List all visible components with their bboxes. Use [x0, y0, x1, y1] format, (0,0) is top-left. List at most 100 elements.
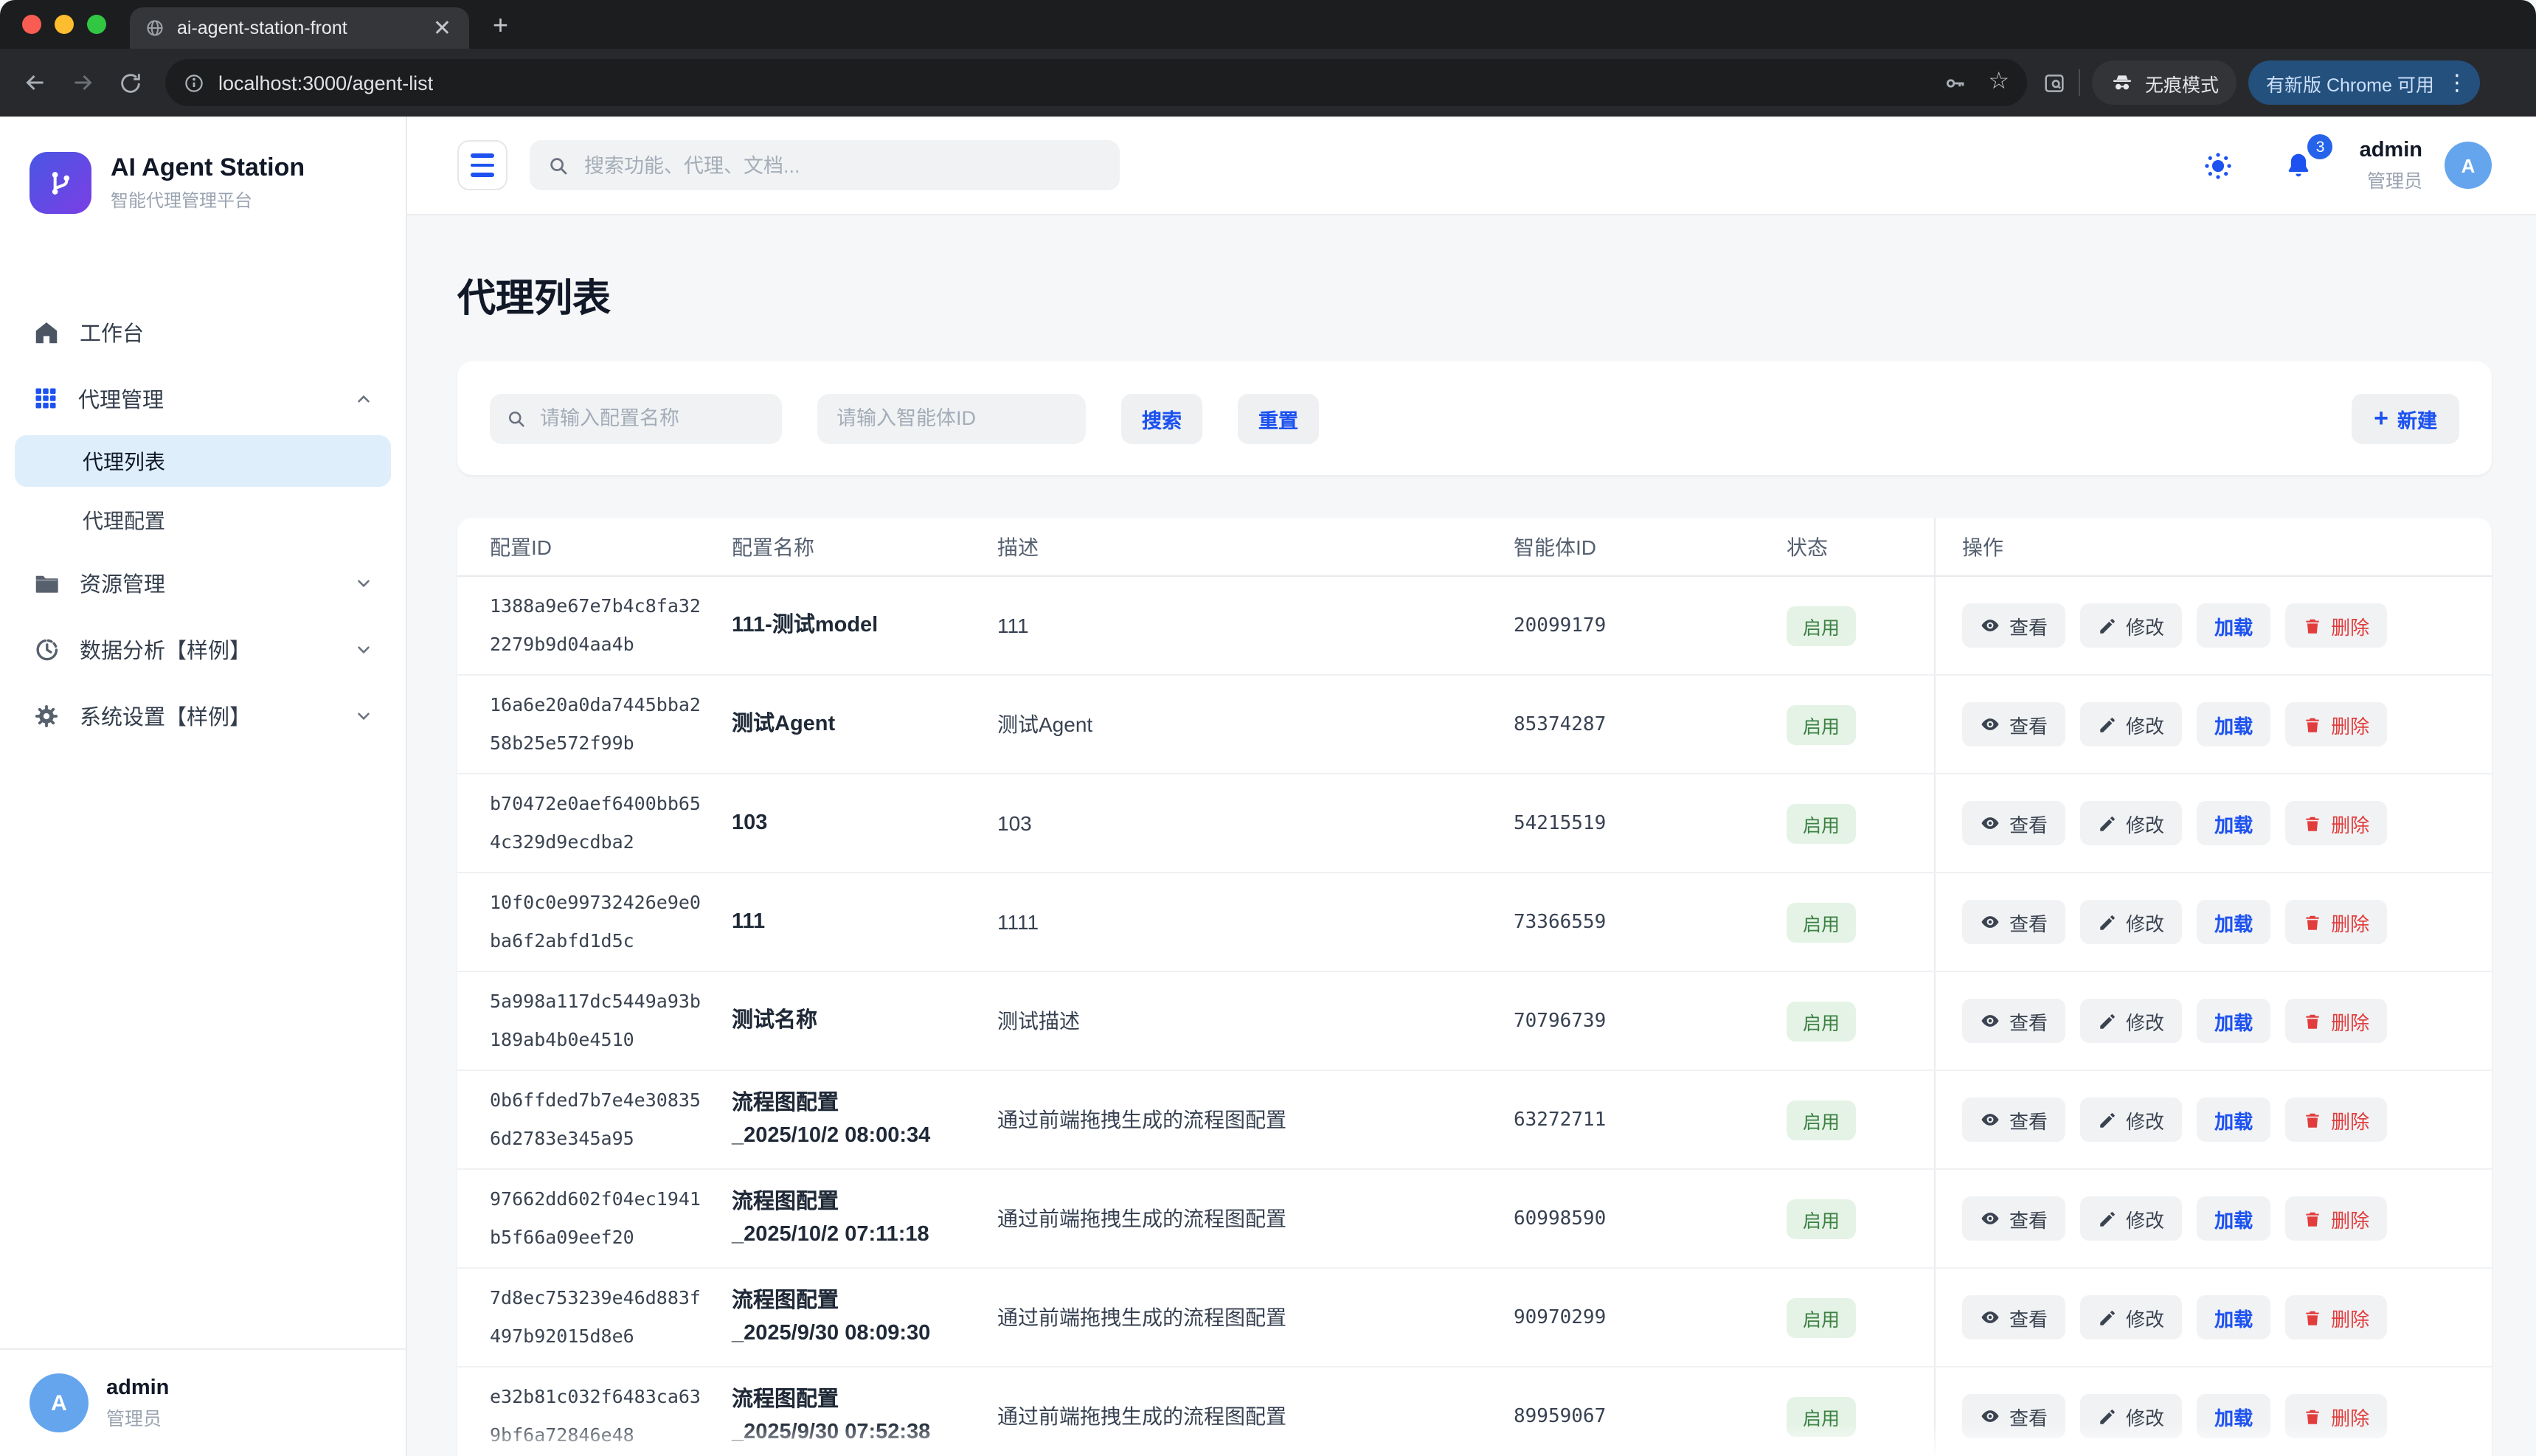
create-button[interactable]: + 新建 [2352, 393, 2459, 443]
sidebar-item-resource-management[interactable]: 资源管理 [0, 553, 406, 612]
sidebar-item-agent-management[interactable]: 代理管理 [0, 369, 406, 428]
edit-button[interactable]: 修改 [2080, 1196, 2182, 1241]
config-name: 103 [732, 807, 997, 839]
edit-button[interactable]: 修改 [2080, 702, 2182, 746]
edit-button[interactable]: 修改 [2080, 999, 2182, 1043]
view-button[interactable]: 查看 [1962, 999, 2065, 1043]
view-button[interactable]: 查看 [1962, 801, 2065, 845]
delete-button[interactable]: 删除 [2285, 1295, 2387, 1339]
avatar[interactable]: A [2445, 142, 2492, 189]
delete-button[interactable]: 删除 [2285, 801, 2387, 845]
view-button[interactable]: 查看 [1962, 900, 2065, 944]
load-button[interactable]: 加载 [2197, 900, 2270, 944]
view-button[interactable]: 查看 [1962, 1098, 2065, 1142]
sidebar-item-agent-config[interactable]: 代理配置 [15, 494, 391, 546]
window-minimize-button[interactable] [55, 15, 74, 34]
view-button[interactable]: 查看 [1962, 1196, 2065, 1241]
load-button[interactable]: 加载 [2197, 1196, 2270, 1241]
config-name-filter[interactable] [490, 393, 782, 443]
tab-search-icon[interactable] [2042, 70, 2067, 95]
folder-icon [32, 569, 60, 597]
topbar: 3 admin 管理员 A [407, 117, 2536, 215]
notifications-button[interactable]: 3 [2279, 145, 2320, 186]
site-info-icon[interactable] [183, 72, 205, 94]
view-button[interactable]: 查看 [1962, 603, 2065, 648]
globe-favicon-icon [145, 18, 165, 38]
url-bar[interactable]: localhost:3000/agent-list ☆ [165, 59, 2027, 106]
password-key-icon[interactable] [1942, 70, 1967, 95]
load-button[interactable]: 加载 [2197, 603, 2270, 648]
view-button[interactable]: 查看 [1962, 702, 2065, 746]
config-id: 7d8ec753239e46d883f497b92015d8e6 [457, 1279, 732, 1356]
browser-tab[interactable]: ai-agent-station-front ✕ [130, 7, 469, 49]
config-description: 通过前端拖拽生成的流程图配置 [997, 1401, 1514, 1431]
delete-button[interactable]: 删除 [2285, 999, 2387, 1043]
back-icon[interactable] [15, 62, 56, 103]
agent-id-filter[interactable] [817, 393, 1086, 443]
sidebar-item-label: 数据分析【样例】 [80, 634, 335, 665]
bookmark-star-icon[interactable]: ☆ [1988, 71, 2009, 94]
browser-tabbar: ai-agent-station-front ✕ + [0, 0, 2536, 49]
reset-button[interactable]: 重置 [1238, 393, 1319, 443]
load-button[interactable]: 加载 [2197, 1295, 2270, 1339]
view-button-icon [1980, 813, 2000, 833]
status-cell: 启用 [1787, 803, 1934, 843]
delete-button[interactable]: 删除 [2285, 702, 2387, 746]
config-name-input[interactable] [537, 406, 766, 431]
load-button[interactable]: 加载 [2197, 999, 2270, 1043]
config-name: 流程图配置_2025/10/2 08:00:34 [732, 1087, 997, 1152]
window-zoom-button[interactable] [87, 15, 106, 34]
config-name: 流程图配置_2025/9/30 08:09:30 [732, 1285, 997, 1350]
window-close-button[interactable] [22, 15, 41, 34]
load-button[interactable]: 加载 [2197, 702, 2270, 746]
delete-button[interactable]: 删除 [2285, 603, 2387, 648]
edit-button-icon [2098, 1209, 2117, 1228]
edit-button[interactable]: 修改 [2080, 1295, 2182, 1339]
status-cell: 启用 [1787, 704, 1934, 744]
sidebar-item-data-analysis[interactable]: 数据分析【样例】 [0, 620, 406, 679]
sidebar-item-system-settings[interactable]: 系统设置【样例】 [0, 686, 406, 745]
toolbar-right: 无痕模式 有新版 Chrome 可用 ⋮ [2042, 60, 2480, 105]
reload-icon[interactable] [109, 62, 150, 103]
topbar-user[interactable]: admin 管理员 [2360, 138, 2422, 193]
delete-button[interactable]: 删除 [2285, 900, 2387, 944]
edit-button[interactable]: 修改 [2080, 1394, 2182, 1438]
global-search-input[interactable] [581, 153, 1102, 178]
table-row: 1388a9e67e7b4c8fa322279b9d04aa4b 111-测试m… [457, 577, 2492, 676]
edit-button[interactable]: 修改 [2080, 1098, 2182, 1142]
edit-button[interactable]: 修改 [2080, 603, 2182, 648]
window-controls [22, 15, 106, 34]
config-id: 0b6ffded7b7e4e308356d2783e345a95 [457, 1081, 732, 1158]
load-button[interactable]: 加载 [2197, 1394, 2270, 1438]
chrome-update-chip[interactable]: 有新版 Chrome 可用 ⋮ [2248, 60, 2480, 105]
sidebar-item-agent-list[interactable]: 代理列表 [15, 435, 391, 487]
delete-button[interactable]: 删除 [2285, 1394, 2387, 1438]
load-button[interactable]: 加载 [2197, 801, 2270, 845]
sidebar-toggle-button[interactable] [457, 140, 507, 190]
tab-close-icon[interactable]: ✕ [430, 17, 454, 39]
menu-kebab-icon[interactable]: ⋮ [2446, 72, 2468, 94]
edit-button[interactable]: 修改 [2080, 900, 2182, 944]
column-header: 状态 [1787, 532, 1934, 561]
forward-icon[interactable] [62, 62, 103, 103]
edit-button[interactable]: 修改 [2080, 801, 2182, 845]
sidebar-item-workbench[interactable]: 工作台 [0, 302, 406, 361]
grid-icon [32, 385, 59, 412]
status-badge: 启用 [1787, 1297, 1856, 1337]
table-row: e32b81c032f6483ca639bf6a72846e48 流程图配置_2… [457, 1367, 2492, 1456]
agent-id: 70796739 [1514, 1010, 1787, 1032]
view-button[interactable]: 查看 [1962, 1295, 2065, 1339]
load-button[interactable]: 加载 [2197, 1098, 2270, 1142]
global-search[interactable] [530, 140, 1120, 190]
agent-id-input[interactable] [834, 406, 1070, 431]
sidebar-user[interactable]: A admin 管理员 [0, 1348, 406, 1456]
incognito-badge[interactable]: 无痕模式 [2092, 60, 2237, 105]
search-button[interactable]: 搜索 [1121, 393, 1202, 443]
theme-toggle-button[interactable] [2197, 145, 2239, 186]
edit-button-icon [2098, 1011, 2117, 1030]
new-tab-icon[interactable]: + [493, 12, 508, 38]
config-name: 流程图配置_2025/10/2 07:11:18 [732, 1186, 997, 1251]
delete-button[interactable]: 删除 [2285, 1098, 2387, 1142]
delete-button[interactable]: 删除 [2285, 1196, 2387, 1241]
view-button[interactable]: 查看 [1962, 1394, 2065, 1438]
